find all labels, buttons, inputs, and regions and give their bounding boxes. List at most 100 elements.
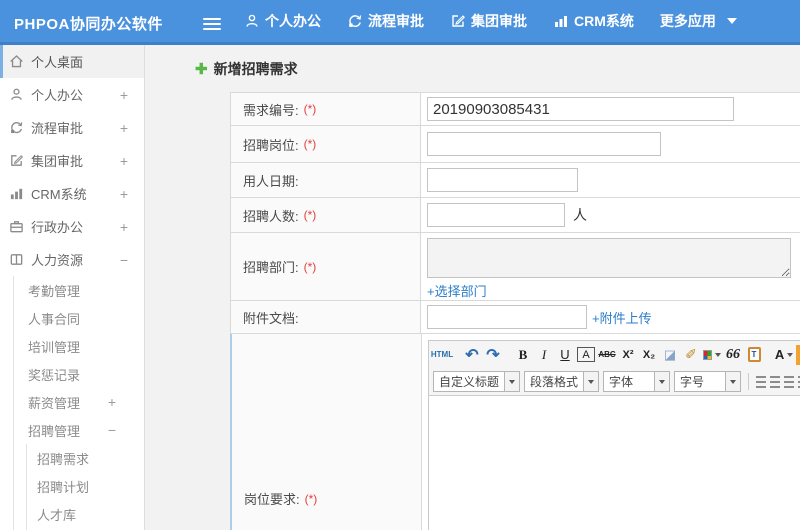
history-icon (347, 13, 363, 29)
sidebar-item-hr[interactable]: 人力资源 − (0, 243, 144, 276)
italic-button[interactable]: I (535, 345, 553, 365)
sidebar-item-training[interactable]: 培训管理 (14, 332, 144, 360)
department-textarea[interactable] (427, 238, 791, 278)
caret-down-icon (726, 18, 737, 24)
caret-down-icon (509, 379, 516, 384)
expand-icon[interactable]: + (120, 87, 128, 103)
expand-icon[interactable]: − (108, 422, 116, 438)
sidebar-item-workflow-approval[interactable]: 流程审批 + (0, 111, 144, 144)
field-label: 招聘岗位: (*) (231, 126, 421, 162)
paragraph-format-dropdown[interactable]: 段落格式 (524, 371, 600, 392)
sidebar: 个人桌面 个人办公 + 流程审批 + 集团审批 + CRM系统 + 行政办公 +… (0, 45, 145, 530)
nav-group-approval[interactable]: 集团审批 (450, 11, 527, 31)
page-title-text: 新增招聘需求 (213, 61, 298, 77)
attachment-upload-link[interactable]: +附件上传 (592, 308, 652, 327)
align-center-icon[interactable] (769, 375, 780, 388)
sidebar-item-label: 个人桌面 (31, 55, 84, 70)
font-size-dropdown[interactable]: 字号 (674, 371, 742, 392)
color-palette-dropdown[interactable] (703, 345, 721, 365)
unit-person: 人 (573, 207, 587, 223)
headcount-input[interactable] (427, 203, 565, 227)
demand-number-input[interactable] (427, 97, 734, 121)
recruit-demand-form: 需求编号: (*) 招聘岗位: (*) 用人日期: (230, 92, 800, 530)
sidebar-item-recruitment[interactable]: 招聘管理 − (14, 416, 144, 444)
hire-date-input[interactable] (427, 168, 578, 192)
expand-icon[interactable]: + (120, 186, 128, 202)
caret-down-icon (715, 352, 721, 357)
superscript-button[interactable]: X² (619, 345, 637, 365)
sidebar-item-recruit-plan[interactable]: 招聘计划 (27, 472, 144, 500)
align-right-icon[interactable] (783, 375, 794, 388)
field-label: 招聘人数: (*) (231, 198, 421, 232)
align-left-icon[interactable] (755, 375, 766, 388)
autotypeset-button[interactable]: A (577, 347, 595, 362)
form-row-hire-date: 用人日期: (230, 163, 800, 198)
expand-icon[interactable]: + (120, 120, 128, 136)
required-mark: (*) (303, 259, 317, 274)
sidebar-item-group-approval[interactable]: 集团审批 + (0, 144, 144, 177)
sidebar-item-admin-office[interactable]: 行政办公 + (0, 210, 144, 243)
blockquote-button[interactable]: 66 (724, 345, 742, 365)
sidebar-item-recruit-demand[interactable]: 招聘需求 (27, 444, 144, 472)
bold-button[interactable]: B (514, 345, 532, 365)
form-row-headcount: 招聘人数: (*) 人 (230, 198, 800, 233)
underline-button[interactable]: U (556, 345, 574, 365)
nav-workflow-approval[interactable]: 流程审批 (347, 11, 424, 31)
format-brush-icon[interactable]: ✐ (682, 345, 700, 365)
sidebar-item-label: 薪资管理 (28, 395, 81, 411)
undo-icon[interactable]: ↶ (463, 345, 481, 365)
expand-icon[interactable]: + (120, 153, 128, 169)
sidebar-item-hr-contract[interactable]: 人事合同 (14, 304, 144, 332)
font-family-dropdown[interactable]: 字体 (603, 371, 671, 392)
custom-title-dropdown[interactable]: 自定义标题 (433, 371, 521, 392)
hr-card-icon (9, 252, 27, 267)
history-icon (9, 120, 27, 135)
eraser-icon[interactable]: ◪ (661, 345, 679, 365)
editor-content-area[interactable] (429, 395, 800, 530)
select-department-link[interactable]: +选择部门 (427, 281, 487, 300)
editor-toolbar-row2: 自定义标题 段落格式 字体 字号 (429, 368, 800, 395)
sidebar-item-crm[interactable]: CRM系统 + (0, 177, 144, 210)
expand-icon[interactable]: − (120, 252, 128, 268)
sidebar-item-personal-office[interactable]: 个人办公 + (0, 78, 144, 111)
required-mark: (*) (304, 491, 318, 506)
nav-more-apps[interactable]: 更多应用 (660, 11, 737, 31)
sidebar-item-attendance[interactable]: 考勤管理 (14, 276, 144, 304)
edit-square-icon (9, 153, 27, 168)
sidebar-item-salary[interactable]: 薪资管理 + (14, 388, 144, 416)
clipboard-icon: T (747, 347, 761, 362)
field-label: 附件文档: (231, 301, 421, 333)
sidebar-item-label: 行政办公 (31, 220, 84, 235)
field-label: 岗位要求: (*) (232, 334, 422, 530)
font-color-dropdown[interactable]: A (775, 345, 794, 365)
attachment-input[interactable] (427, 305, 587, 329)
editor-toolbar-row1: HTML ↶ ↷ B I U A ABC X² X₂ ◪ ✐ 66 T A (429, 341, 800, 368)
strikethrough-button[interactable]: ABC (598, 345, 616, 365)
sidebar-item-desktop[interactable]: 个人桌面 (0, 45, 144, 78)
page-title: ✚ 新增招聘需求 (195, 59, 298, 79)
app-logo: PHPOA协同办公软件 (14, 16, 163, 33)
html-source-button[interactable]: HTML (431, 345, 453, 365)
nav-personal-office[interactable]: 个人办公 (244, 11, 321, 31)
sidebar-item-talent-pool[interactable]: 人才库 (27, 500, 144, 528)
hr-submenu: 考勤管理 人事合同 培训管理 奖惩记录 薪资管理 + 招聘管理 − 招聘需求 招… (13, 276, 144, 530)
sidebar-item-label: 个人办公 (31, 88, 84, 103)
caret-down-icon (588, 379, 595, 384)
nav-crm-system[interactable]: CRM系统 (553, 11, 634, 31)
sidebar-item-reward-punishment[interactable]: 奖惩记录 (14, 360, 144, 388)
nav-label: 个人办公 (265, 13, 321, 29)
required-mark: (*) (303, 137, 317, 151)
home-icon (9, 54, 27, 69)
required-mark: (*) (303, 102, 317, 116)
form-row-attachment: 附件文档: +附件上传 (230, 301, 800, 334)
sidebar-item-label: 招聘需求 (37, 451, 90, 467)
position-input[interactable] (427, 132, 661, 156)
redo-icon[interactable]: ↷ (484, 345, 502, 365)
subscript-button[interactable]: X₂ (640, 345, 658, 365)
hamburger-menu-icon[interactable] (203, 15, 223, 33)
paste-text-button[interactable]: T (745, 345, 763, 365)
expand-icon[interactable]: + (120, 219, 128, 235)
highlight-color-button[interactable]: ab (796, 344, 800, 365)
person-icon (9, 87, 27, 102)
expand-icon[interactable]: + (108, 394, 116, 410)
